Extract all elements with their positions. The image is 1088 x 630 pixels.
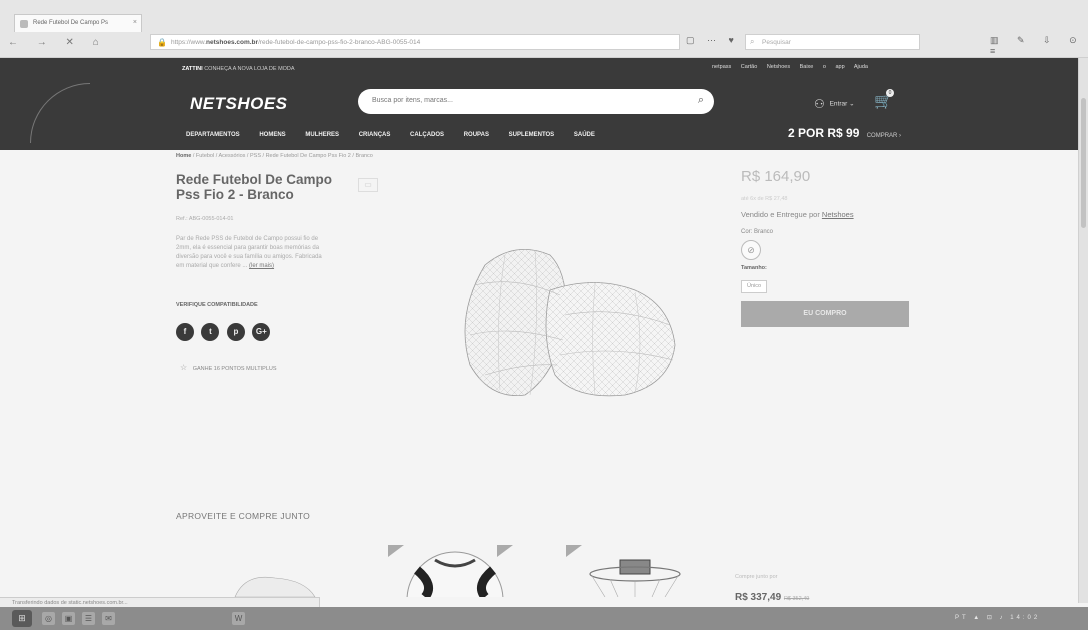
site-header: ZATTINI CONHEÇA A NOVA LOJA DE MODA netp… [0,58,1078,150]
sold-by-label: Vendido e Entregue por [741,210,820,219]
tab-title: Rede Futebol De Campo Ps [33,20,109,26]
bundle-item-hoop[interactable] [580,558,690,597]
taskbar-app-browser-icon[interactable]: ◎ [42,612,55,625]
url-domain: netshoes.com.br [206,39,259,46]
product-image[interactable] [455,235,690,410]
bundle-price: R$ 337,49 R$ 352,49 [735,592,809,603]
size-label: Tamanho: [741,265,767,271]
taskbar-app-mail-icon[interactable]: ✉ [102,612,115,625]
account-menu[interactable]: ⚇ Entrar ⌄ [814,97,855,111]
account-label: Entrar [829,100,848,108]
category-suplementos[interactable]: SUPLEMENTOS [509,132,555,138]
status-bar: Transferindo dados de static.netshoes.co… [0,597,320,607]
bundle-tag-icon [566,545,582,557]
browser-toolbar-icons[interactable]: ▥ ✎ ⇩ ⊙ ≡ [990,35,1088,56]
search-icon: ⌕ [750,37,755,46]
points-text: GANHE 16 PONTOS MULTIPLUS [192,366,277,372]
scrollbar[interactable] [1078,58,1088,603]
product-ref: Ref.: ABG-0055-014-01 [176,216,234,222]
site-search-input[interactable]: Busca por itens, marcas... ⌕ [358,89,714,114]
taskbar-app-explorer-icon[interactable]: ▣ [62,612,75,625]
product-price: R$ 164,90 [741,168,811,185]
start-button[interactable]: ⊞ [12,610,32,627]
facebook-icon[interactable]: f [176,323,194,341]
seller-link[interactable]: Netshoes [822,210,854,219]
url-path: /rede-futebol-de-campo-pss-fio-2-branco-… [258,39,421,46]
taskbar: ⊞ ◎ ▣ ☰ ✉ W PT ▲ ⊡ ♪ 14:02 [0,607,1088,630]
lock-icon: 🔒 [157,38,167,47]
url-prefix: https://www. [171,39,207,46]
size-option-unico[interactable]: Único [741,280,767,293]
browser-nav-buttons[interactable]: ← → ✕ ⌂ [8,37,107,48]
social-share: f t p G+ [176,321,273,341]
zattini-brand: ZATTINI [182,66,203,72]
product-title: Rede Futebol De Campo Pss Fio 2 - Branco [176,172,333,202]
bundle-label: Compre junto por [735,574,778,580]
verify-compatibility[interactable]: VERIFIQUE COMPATIBILIDADE [176,302,258,308]
promo-cta: COMPRAR › [866,133,902,139]
bundle-price-value: R$ 337,49 [735,592,782,603]
seller-info: Vendido e Entregue por Netshoes [741,210,854,219]
promo-banner[interactable]: 2 POR R$ 99 COMPRAR › [788,126,901,140]
buy-button[interactable]: EU COMPRO [741,301,909,327]
browser-tab[interactable]: Rede Futebol De Campo Ps × [14,14,142,32]
favicon-icon [20,20,28,28]
twitter-icon[interactable]: t [201,323,220,341]
bundle-old-price: R$ 352,49 [783,596,810,602]
google-plus-icon[interactable]: G+ [252,323,271,341]
browser-search-input[interactable]: ⌕ Pesquisar [745,34,920,50]
category-nav: DEPARTAMENTOS HOMENS MULHERES CRIANÇAS C… [186,132,613,138]
breadcrumb[interactable]: Home / Futebol / Acessórios / PSS / Rede… [176,153,373,159]
category-calcados[interactable]: CALÇADOS [410,132,444,138]
top-links[interactable]: netpass Cartão Netshoes Baixe o app Ajud… [712,64,868,70]
category-mulheres[interactable]: MULHERES [305,132,339,138]
browser-search-placeholder: Pesquisar [762,39,791,46]
taskbar-app-word-icon[interactable]: W [232,612,245,625]
image-thumbnail-icon[interactable]: ▭ [358,178,378,192]
close-icon[interactable]: × [133,19,137,26]
browser-toolbar: Rede Futebol De Campo Ps × ← → ✕ ⌂ 🔒 htt… [0,0,1088,58]
zattini-text: CONHEÇA A NOVA LOJA DE MODA [204,66,295,72]
section-title-compre-junto: APROVEITE E COMPRE JUNTO [176,511,311,521]
bundle-item-ball[interactable] [395,550,515,597]
system-tray[interactable]: PT ▲ ⊡ ♪ 14:02 [955,614,1040,621]
multiplus-points: ☆ GANHE 16 PONTOS MULTIPLUS [180,363,277,372]
netshoes-logo[interactable]: NETSHOES [190,94,288,114]
color-label: Cor: Branco [741,229,774,235]
category-roupas[interactable]: ROUPAS [464,132,489,138]
zattini-banner[interactable]: ZATTINI CONHEÇA A NOVA LOJA DE MODA [182,66,295,72]
category-homens[interactable]: HOMENS [259,132,285,138]
color-swatch-white[interactable]: ⊘ [741,240,761,260]
category-saude[interactable]: SAÚDE [574,132,595,138]
star-icon: ☆ [180,363,188,372]
user-icon: ⚇ [814,97,825,111]
breadcrumb-path[interactable]: / Futebol / Acessórios / PSS / Rede Fute… [193,153,373,159]
product-description: Par de Rede PSS de Futebol de Campo poss… [176,235,326,271]
search-icon[interactable]: ⌕ [698,94,704,107]
installments: até 6x de R$ 27,48 [741,196,788,202]
header-decoration [30,83,90,143]
bundle-item-net[interactable] [220,568,340,597]
breadcrumb-home[interactable]: Home [176,153,191,159]
promo-text: 2 POR R$ 99 [788,126,860,140]
cart-count-badge: 0 [886,89,894,97]
pinterest-icon[interactable]: p [226,323,245,341]
taskbar-app-files-icon[interactable]: ☰ [82,612,95,625]
address-bar[interactable]: 🔒 https://www.netshoes.com.br/rede-futeb… [150,34,680,50]
site-search-placeholder: Busca por itens, marcas... [372,97,453,104]
category-criancas[interactable]: CRIANÇAS [359,132,391,138]
read-more-link[interactable]: (ler mais) [249,263,274,269]
scroll-thumb[interactable] [1081,98,1086,228]
category-departamentos[interactable]: DEPARTAMENTOS [186,132,240,138]
